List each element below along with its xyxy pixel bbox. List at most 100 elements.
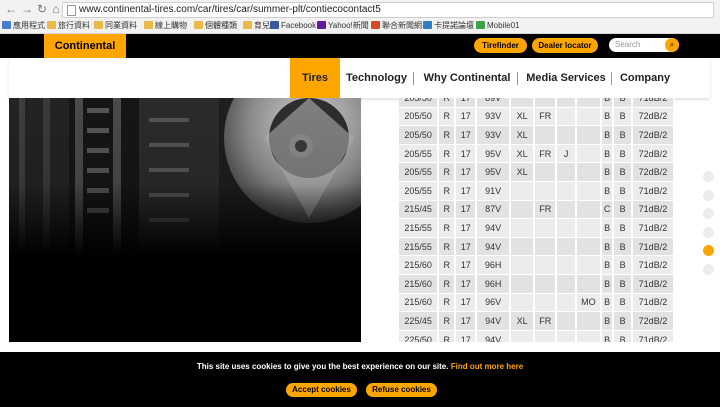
bookmark-apps[interactable]: 應用程式: [2, 20, 45, 32]
pager-dot[interactable]: [703, 263, 714, 275]
table-cell: R: [438, 218, 457, 238]
table-cell: XL: [510, 162, 536, 182]
table-row: 205/50 R 17 93V XL FR B B 72dB/2: [399, 107, 675, 127]
bookmark-mobile01[interactable]: Mobile01: [476, 20, 519, 32]
table-cell: [534, 330, 558, 342]
address-bar[interactable]: www.continental-tires.com/car/tires/car/…: [62, 2, 714, 18]
tirefinder-button[interactable]: Tirefinder: [474, 38, 527, 53]
table-cell: 71dB/2: [631, 330, 675, 342]
search-placeholder: Search: [615, 40, 641, 49]
table-cell: [534, 274, 558, 294]
pager-dot[interactable]: [703, 245, 714, 256]
home-icon[interactable]: ⌂: [49, 2, 63, 16]
bookmark-folder[interactable]: 線上購物: [144, 20, 187, 32]
search-input[interactable]: Search ⌕: [609, 38, 679, 52]
table-cell: 89V: [476, 98, 511, 108]
table-cell: B: [600, 274, 615, 294]
table-cell: C: [600, 200, 615, 220]
table-cell: 96H: [476, 255, 511, 275]
bookmark-yahoo[interactable]: Yahoo!新聞: [317, 20, 369, 32]
table-cell: 215/60: [399, 255, 440, 275]
nav-divider: [413, 72, 414, 85]
table-cell: 225/45: [399, 311, 440, 331]
forward-icon[interactable]: →: [20, 2, 34, 16]
bookmark-folder[interactable]: 育兒: [243, 20, 270, 32]
nav-tires[interactable]: Tires: [290, 58, 340, 98]
folder-icon: [144, 21, 153, 29]
folder-icon: [243, 21, 252, 29]
dealer-locator-button[interactable]: Dealer locator: [532, 38, 598, 53]
table-cell: [556, 330, 577, 342]
search-icon[interactable]: ⌕: [665, 38, 679, 52]
table-cell: [510, 181, 536, 201]
table-cell: B: [600, 255, 615, 275]
table-cell: [534, 125, 558, 145]
table-cell: 72dB/2: [631, 311, 675, 331]
table-cell: 96V: [476, 293, 511, 313]
table-cell: R: [438, 330, 457, 342]
table-cell: 17: [455, 218, 478, 238]
table-cell: [575, 274, 602, 294]
bookmark-udn[interactable]: 聯合新聞網: [371, 20, 422, 32]
table-row: 225/45 R 17 94V XL FR B B 72dB/2: [399, 311, 675, 331]
pager-dot[interactable]: [703, 171, 714, 182]
table-cell: [534, 218, 558, 238]
pager-dot[interactable]: [703, 226, 714, 238]
ck101-icon: [423, 21, 432, 29]
table-cell: FR: [534, 107, 558, 127]
address-url[interactable]: www.continental-tires.com/car/tires/car/…: [79, 3, 381, 17]
table-cell: XL: [510, 125, 536, 145]
table-cell: R: [438, 181, 457, 201]
table-cell: 17: [455, 98, 478, 108]
pager-dot[interactable]: [703, 189, 714, 201]
nav-technology[interactable]: Technology: [344, 58, 409, 98]
table-cell: B: [613, 125, 633, 145]
bookmark-facebook[interactable]: Facebook: [270, 20, 316, 32]
table-cell: [556, 200, 577, 220]
table-cell: 215/60: [399, 274, 440, 294]
table-cell: R: [438, 200, 457, 220]
table-cell: [510, 218, 536, 238]
table-cell: B: [613, 200, 633, 220]
table-cell: 93V: [476, 107, 511, 127]
bookmark-folder[interactable]: 同業資料: [94, 20, 137, 32]
bookmark-folder[interactable]: 旅行資料: [47, 20, 90, 32]
table-cell: B: [613, 237, 633, 257]
nav-company[interactable]: Company: [617, 58, 673, 98]
nav-media-services[interactable]: Media Services: [525, 58, 607, 98]
table-cell: 94V: [476, 311, 511, 331]
table-cell: B: [613, 255, 633, 275]
table-cell: 17: [455, 293, 478, 313]
nav-divider: [611, 72, 612, 85]
table-row: 205/55 R 17 95V XL FR J B B 72dB/2: [399, 144, 675, 164]
table-cell: [510, 237, 536, 257]
table-cell: XL: [510, 107, 536, 127]
table-cell: 215/45: [399, 200, 440, 220]
folder-icon: [94, 21, 103, 29]
refuse-cookies-button[interactable]: Refuse cookies: [366, 383, 437, 397]
table-cell: R: [438, 107, 457, 127]
table-cell: 205/55: [399, 144, 440, 164]
cookie-message: This site uses cookies to give you the b…: [196, 362, 524, 371]
nav-why-continental[interactable]: Why Continental: [422, 58, 512, 98]
pager-dot[interactable]: [703, 208, 714, 219]
table-cell: J: [556, 144, 577, 164]
bookmark-folder[interactable]: 個體種類: [194, 20, 237, 32]
table-row: 225/50 R 17 94V B B 71dB/2: [399, 330, 675, 342]
table-cell: [510, 274, 536, 294]
table-cell: 17: [455, 274, 478, 294]
table-cell: [575, 218, 602, 238]
table-cell: B: [613, 293, 633, 313]
table-cell: B: [600, 125, 615, 145]
continental-logo[interactable]: Continental: [44, 34, 126, 58]
bookmark-ck101[interactable]: 卡提諾論壇: [423, 20, 474, 32]
reload-icon[interactable]: ↻: [35, 2, 49, 16]
back-icon[interactable]: ←: [4, 2, 18, 16]
cookie-more-link[interactable]: Find out more here: [451, 362, 523, 371]
accept-cookies-button[interactable]: Accept cookies: [286, 383, 357, 397]
tire-size-table: 205/50R1789VBB71dB/2205/50R1793VXLFRBB72…: [399, 98, 675, 342]
table-cell: 17: [455, 107, 478, 127]
table-cell: [575, 181, 602, 201]
table-cell: [575, 330, 602, 342]
table-cell: [556, 162, 577, 182]
